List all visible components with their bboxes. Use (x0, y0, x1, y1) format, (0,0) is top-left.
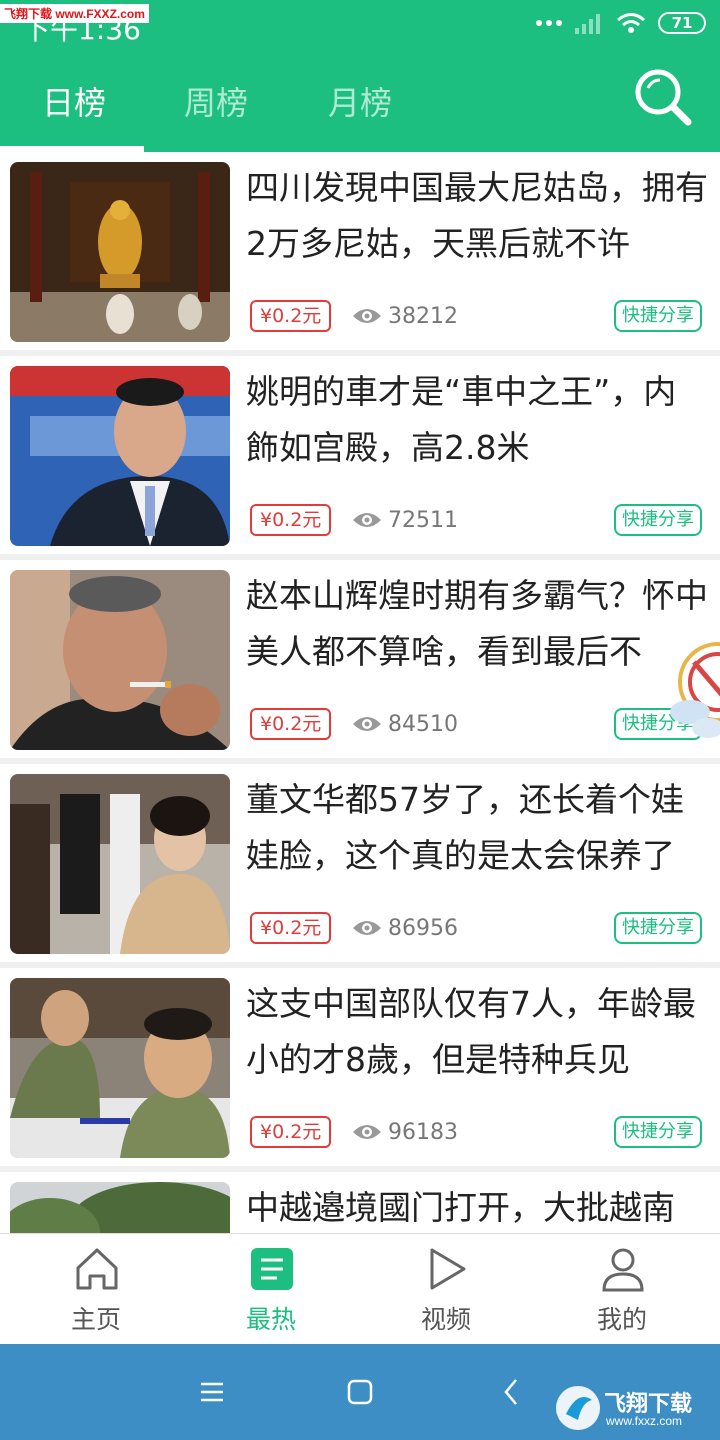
reward-badge: ¥0.2元 (250, 1116, 332, 1148)
view-count-value: 96183 (388, 1119, 458, 1145)
brand-url: www.fxxz.com (606, 1414, 683, 1428)
eye-icon (353, 513, 381, 527)
bottom-navigation: 主页 最热 视频 我的 (0, 1233, 720, 1344)
quick-share-button[interactable]: 快捷分享 (614, 300, 702, 332)
view-count-value: 38212 (388, 303, 458, 329)
nav-hot-label: 最热 (245, 1305, 296, 1334)
view-count: 38212 (352, 300, 458, 332)
signal-icon (575, 14, 600, 34)
reward-badge: ¥0.2元 (250, 300, 332, 332)
floating-mascot-icon[interactable] (668, 632, 720, 762)
view-count: 96183 (352, 1116, 458, 1148)
nav-profile-label: 我的 (596, 1305, 647, 1334)
reward-badge: ¥0.2元 (250, 708, 332, 740)
news-list[interactable]: 四川发現中国最大尼姑岛，拥有2万多尼姑，天黑后就不许 ¥0.2元 38212 快… (0, 152, 720, 1233)
article-title[interactable]: 四川发現中国最大尼姑岛，拥有2万多尼姑，天黑后就不许 (246, 160, 708, 272)
ranking-tabs: 日榜 周榜 月榜 (0, 60, 600, 152)
nav-profile[interactable]: 我的 (532, 1234, 712, 1345)
hot-list-icon (251, 1248, 293, 1290)
search-icon[interactable] (632, 66, 694, 128)
list-item[interactable]: 董文华都57岁了，还长着个娃娃脸，这个真的是太会保养了 ¥0.2元 86956 … (0, 764, 720, 962)
battery-indicator: 71 (658, 12, 706, 34)
reward-badge: ¥0.2元 (250, 504, 332, 536)
view-count: 84510 (352, 708, 458, 740)
menu-icon[interactable] (196, 1376, 228, 1408)
nav-video-label: 视频 (420, 1305, 471, 1334)
list-item[interactable]: 中越邉境國门打开，大批越南 (0, 1172, 720, 1233)
list-item[interactable]: 姚明的車才是“車中之王”，内飾如宫殿，高2.8米 ¥0.2元 72511 快捷分… (0, 356, 720, 554)
tab-daily[interactable]: 日榜 (42, 78, 106, 124)
nav-hot[interactable]: 最热 (181, 1234, 361, 1345)
street-photo (10, 1182, 230, 1233)
view-count-value: 84510 (388, 711, 458, 737)
status-bar: 下午1:36 飞翔下载 www.FXXZ.com 71 (0, 0, 720, 50)
reward-badge: ¥0.2元 (250, 912, 332, 944)
profile-icon (602, 1248, 644, 1292)
watermark: 飞翔下载 www.FXXZ.com (0, 4, 149, 23)
woman-portrait-photo (10, 774, 230, 954)
eye-icon (353, 717, 381, 731)
article-title[interactable]: 这支中国部队仅有7人，年龄最小的才8歲，但是特种兵见 (246, 976, 708, 1088)
article-title[interactable]: 赵本山辉煌时期有多霸气？怀中美人都不算啥，看到最后不 (246, 568, 708, 680)
quick-share-button[interactable]: 快捷分享 (614, 912, 702, 944)
app-header: 下午1:36 飞翔下载 www.FXXZ.com 71 日榜 周榜 月榜 (0, 0, 720, 152)
list-item[interactable]: 这支中国部队仅有7人，年龄最小的才8歲，但是特种兵见 ¥0.2元 96183 快… (0, 968, 720, 1166)
view-count: 72511 (352, 504, 458, 536)
wifi-icon (617, 13, 645, 33)
eye-icon (353, 1125, 381, 1139)
view-count-value: 86956 (388, 915, 458, 941)
list-item[interactable]: 赵本山辉煌时期有多霸气？怀中美人都不算啥，看到最后不 ¥0.2元 84510 快… (0, 560, 720, 758)
boy-in-uniform-photo (10, 978, 230, 1158)
play-icon (430, 1248, 466, 1290)
status-icons: 71 (536, 12, 706, 34)
nav-home[interactable]: 主页 (6, 1234, 186, 1345)
quick-share-button[interactable]: 快捷分享 (614, 1116, 702, 1148)
list-item[interactable]: 四川发現中国最大尼姑岛，拥有2万多尼姑，天黑后就不许 ¥0.2元 38212 快… (0, 152, 720, 350)
nav-video[interactable]: 视频 (356, 1234, 536, 1345)
back-icon[interactable] (496, 1376, 528, 1408)
tab-weekly[interactable]: 周榜 (184, 78, 248, 124)
man-smoking-photo (10, 570, 230, 750)
nav-home-label: 主页 (70, 1305, 121, 1334)
home-icon (76, 1248, 118, 1290)
eye-icon (353, 921, 381, 935)
article-title[interactable]: 中越邉境國门打开，大批越南 (246, 1180, 708, 1233)
eye-icon (353, 309, 381, 323)
home-button-icon[interactable] (344, 1376, 376, 1408)
article-title[interactable]: 董文华都57岁了，还长着个娃娃脸，这个真的是太会保养了 (246, 772, 708, 884)
temple-photo (10, 162, 230, 342)
article-title[interactable]: 姚明的車才是“車中之王”，内飾如宫殿，高2.8米 (246, 364, 708, 476)
view-count-value: 72511 (388, 507, 458, 533)
man-in-suit-photo (10, 366, 230, 546)
quick-share-button[interactable]: 快捷分享 (614, 504, 702, 536)
view-count: 86956 (352, 912, 458, 944)
tab-monthly[interactable]: 月榜 (328, 78, 392, 124)
notification-dots-icon (536, 20, 562, 26)
